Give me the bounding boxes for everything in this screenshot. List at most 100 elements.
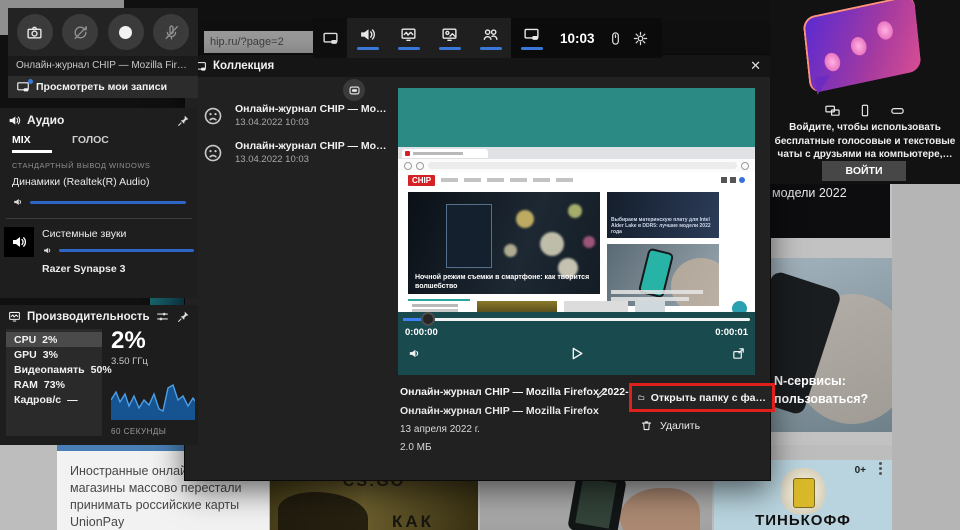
placeholder-face-icon — [203, 143, 223, 163]
page-right-edge — [892, 178, 960, 530]
preview-bottom-cards — [408, 299, 747, 312]
models-article-card: модели 2022 — [766, 180, 890, 238]
thumbnail-view-toggle[interactable] — [343, 79, 365, 101]
microphone-toggle-button[interactable] — [153, 14, 189, 50]
capture-timestamp: 13.04.2022 10:03 — [235, 117, 387, 128]
start-recording-button[interactable] — [108, 14, 144, 50]
total-duration: 0:00:01 — [715, 327, 748, 338]
mouse-passthrough-icon[interactable] — [608, 31, 623, 46]
audio-header: Аудио — [0, 108, 198, 132]
volume-button[interactable] — [407, 346, 422, 361]
active-indicator — [439, 47, 461, 50]
share-button[interactable] — [731, 346, 746, 361]
hero-caption: Ночной режим съемки в смартфоне: как тво… — [415, 273, 594, 291]
play-button[interactable] — [568, 345, 585, 362]
system-sounds-label: Системные звуки — [42, 228, 194, 240]
camera-icon — [26, 24, 43, 41]
folder-icon — [638, 391, 645, 404]
app-volume-row: Razer Synapse 3 — [42, 263, 198, 275]
replay-off-icon — [72, 24, 89, 41]
performance-title: Производительность — [27, 311, 150, 323]
console-icon — [889, 103, 906, 118]
csgo-caption: КАК — [392, 512, 434, 530]
headline-line: принимать российские карты — [70, 497, 269, 514]
metric-vram[interactable]: Видеопамять50% — [6, 362, 102, 377]
speaker-icon — [359, 26, 376, 43]
active-indicator — [521, 47, 543, 50]
performance-monitor-icon — [400, 26, 417, 43]
screen: hip.ru/?page=2 Иностранные онлайн магази… — [0, 0, 960, 530]
csgo-article-image: CS:GO КАК — [270, 478, 478, 530]
metric-ram[interactable]: RAM73% — [6, 377, 102, 392]
close-button[interactable]: ✕ — [750, 55, 761, 77]
age-badge: 0+ — [855, 465, 866, 476]
capture-list: Онлайн-журнал CHIP — Mo… 13.04.2022 10:0… — [203, 103, 388, 177]
settings-gear-icon[interactable] — [633, 31, 648, 46]
video-preview[interactable]: CHIP Ночной режим съемки в смартфоне: ка… — [398, 88, 755, 312]
capture-icon — [441, 26, 458, 43]
player-controls: 0:00:00 0:00:01 — [398, 312, 755, 375]
speaker-icon — [8, 114, 21, 127]
performance-widget-button[interactable] — [388, 18, 429, 58]
phone-icon — [858, 103, 872, 118]
headline-line: магазины массово перестали — [70, 480, 269, 497]
social-widget-button[interactable] — [470, 18, 511, 58]
volume-track[interactable] — [30, 201, 186, 204]
options-sliders-icon[interactable] — [156, 310, 169, 323]
speaker-icon — [42, 245, 53, 256]
metric-cpu[interactable]: CPU2% — [6, 332, 102, 347]
system-sounds-row: Системные звуки — [0, 227, 198, 257]
headline-line: UnionPay — [70, 514, 269, 530]
active-indicator — [480, 47, 502, 50]
capture-widget-button[interactable] — [429, 18, 470, 58]
device-icons-row — [770, 103, 960, 118]
seek-handle[interactable] — [421, 312, 435, 326]
volume-track[interactable] — [59, 249, 194, 252]
seek-bar[interactable] — [403, 318, 750, 321]
performance-panel: Производительность CPU2% GPU3% Видеопамя… — [0, 305, 198, 445]
gamebar-toolbar: 10:03 — [313, 18, 662, 58]
capture-timestamp: 13.04.2022 10:03 — [235, 154, 387, 165]
chip-logo: CHIP — [408, 175, 435, 186]
article-card-accent-bar — [57, 444, 188, 451]
vpn-article-card: N-сервисы: пользоваться? — [766, 258, 892, 432]
capture-buttons — [8, 8, 198, 56]
system-sounds-slider[interactable] — [42, 245, 194, 256]
signin-button[interactable]: ВОЙТИ — [822, 161, 906, 181]
screenshot-button[interactable] — [17, 14, 53, 50]
file-size: 2.0 МБ — [400, 442, 639, 453]
chart-window-label: 60 СЕКУНДЫ — [111, 427, 195, 436]
tab-mix[interactable]: MIX — [12, 134, 52, 153]
show-all-captures-button[interactable]: Просмотреть мои записи — [8, 76, 198, 98]
preview-browser-tabbar — [398, 147, 755, 159]
pin-icon[interactable] — [177, 114, 190, 127]
preview-browser-toolbar — [398, 159, 755, 172]
list-item[interactable]: Онлайн-журнал CHIP — Mo… 13.04.2022 10:0… — [203, 103, 388, 128]
record-last-button[interactable] — [62, 14, 98, 50]
pin-icon[interactable] — [177, 310, 190, 323]
rename-pencil-icon[interactable] — [595, 386, 609, 400]
audio-title: Аудио — [27, 113, 64, 127]
master-volume-slider[interactable] — [12, 196, 186, 208]
metric-gpu[interactable]: GPU3% — [6, 347, 102, 362]
gallery-header: Коллекция ✕ — [185, 55, 770, 77]
widget-menu-button[interactable] — [313, 18, 347, 58]
capture-widget: Онлайн-журнал CHIP — Mozilla Firefox Про… — [8, 8, 198, 98]
vpn-caption-line: N-сервисы: — [774, 374, 846, 388]
metric-detail: 2% 3.50 ГГц 60 СЕКУНДЫ — [102, 329, 195, 436]
preview-teal-band — [398, 88, 755, 147]
delete-button[interactable]: Удалить — [640, 419, 700, 432]
metric-list: CPU2% GPU3% Видеопамять50% RAM73% Кадров… — [6, 329, 102, 436]
open-folder-button[interactable]: Открыть папку с фа… — [629, 383, 775, 412]
tab-voice[interactable]: ГОЛОС — [72, 134, 112, 153]
clock: 10:03 — [560, 31, 595, 46]
gallery-widget-button[interactable] — [511, 26, 552, 50]
capture-window-title: Онлайн-журнал CHIP — Mozilla Firefox — [8, 56, 198, 76]
metric-fps[interactable]: Кадров/с— — [6, 392, 102, 407]
list-item[interactable]: Онлайн-журнал CHIP — Mo… 13.04.2022 10:0… — [203, 140, 388, 165]
grid-view-icon — [348, 84, 361, 97]
audio-panel: Аудио MIX ГОЛОС СТАНДАРТНЫЙ ВЫВОД WINDOW… — [0, 108, 198, 298]
audio-widget-button[interactable] — [347, 18, 388, 58]
cpu-big-value: 2% — [111, 329, 195, 353]
vpn-caption-line: пользоваться? — [774, 392, 868, 406]
